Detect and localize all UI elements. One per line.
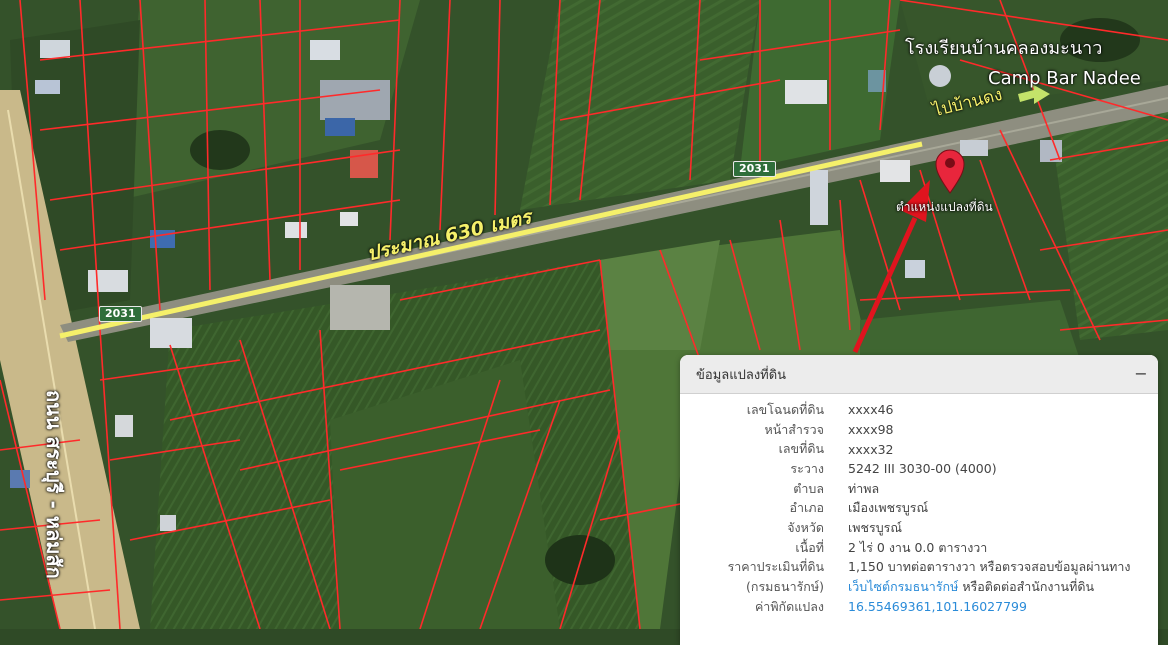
row-map-sheet: ระวาง 5242 III 3030-00 (4000): [680, 459, 1158, 479]
row-label: เนื้อที่: [795, 539, 824, 555]
row-value: xxxx98: [848, 422, 894, 438]
row-value-suffix: หรือติดต่อสำนักงานที่ดิน: [958, 579, 1094, 595]
row-label: เลขโฉนดที่ดิน: [746, 401, 824, 417]
row-value: xxxx46: [848, 402, 894, 418]
coordinates-link[interactable]: 16.55469361,101.16027799: [824, 599, 1027, 614]
row-survey-page: หน้าสำรวจ xxxx98: [680, 420, 1158, 440]
row-value: เพชรบูรณ์: [848, 519, 902, 535]
row-label: ค่าพิกัดแปลง: [754, 598, 824, 614]
row-subdistrict: ตำบล ท่าพล: [680, 479, 1158, 499]
row-district: อำเภอ เมืองเพชรบูรณ์: [680, 498, 1158, 518]
info-rows: เลขโฉนดที่ดิน xxxx46 หน้าสำรวจ xxxx98 เล…: [680, 394, 1158, 617]
row-province: จังหวัด เพชรบูรณ์: [680, 518, 1158, 538]
row-value: 5242 III 3030-00 (4000): [848, 461, 997, 477]
road-shield-2031: 2031: [733, 161, 776, 177]
panel-header: ข้อมูลแปลงที่ดิน −: [680, 355, 1158, 394]
panel-title: ข้อมูลแปลงที่ดิน: [696, 367, 787, 383]
parcel-info-panel: ข้อมูลแปลงที่ดิน − เลขโฉนดที่ดิน xxxx46 …: [680, 355, 1158, 645]
row-label: หน้าสำรวจ: [764, 421, 824, 437]
row-coordinates: ค่าพิกัดแปลง 16.55469361,101.16027799: [680, 597, 1158, 617]
row-value: 2 ไร่ 0 งาน 0.0 ตารางวา: [848, 539, 988, 555]
row-value: 1,150 บาทต่อตารางวา หรือตรวจสอบข้อมูลผ่า…: [848, 559, 1131, 575]
row-value: xxxx32: [848, 441, 894, 457]
row-label: เลขที่ดิน: [778, 441, 824, 457]
bar-label: Camp Bar Nadee: [988, 68, 1141, 89]
collapse-button[interactable]: −: [1132, 366, 1150, 382]
school-label: โรงเรียนบ้านคลองมะนาว: [905, 38, 1103, 59]
row-label: ตำบล: [793, 480, 824, 496]
treasury-website-link[interactable]: เว็บไซต์กรมธนารักษ์: [848, 579, 958, 594]
road-shield-2031: 2031: [99, 306, 142, 322]
row-value: เว็บไซต์กรมธนารักษ์ หรือติดต่อสำนักงานที…: [824, 577, 1094, 597]
row-treasury: (กรมธนารักษ์) เว็บไซต์กรมธนารักษ์ หรือติ…: [680, 577, 1158, 597]
row-value: ท่าพล: [848, 480, 880, 496]
row-label: ระวาง: [790, 460, 824, 476]
row-appraisal-price: ราคาประเมินที่ดิน 1,150 บาทต่อตารางวา หร…: [680, 558, 1158, 578]
row-label: ราคาประเมินที่ดิน: [727, 559, 824, 575]
row-label: (กรมธนารักษ์): [746, 579, 824, 595]
row-land-number: เลขที่ดิน xxxx32: [680, 439, 1158, 459]
row-label: จังหวัด: [787, 519, 824, 535]
highway-label: ถนน สระบุรี - หล่มสัก: [42, 390, 66, 579]
row-value: เมืองเพชรบูรณ์: [848, 500, 929, 516]
pin-label: ตำแหน่งแปลงที่ดิน: [896, 200, 993, 214]
row-deed-number: เลขโฉนดที่ดิน xxxx46: [680, 400, 1158, 420]
row-label: อำเภอ: [789, 500, 824, 516]
row-area: เนื้อที่ 2 ไร่ 0 งาน 0.0 ตารางวา: [680, 538, 1158, 558]
